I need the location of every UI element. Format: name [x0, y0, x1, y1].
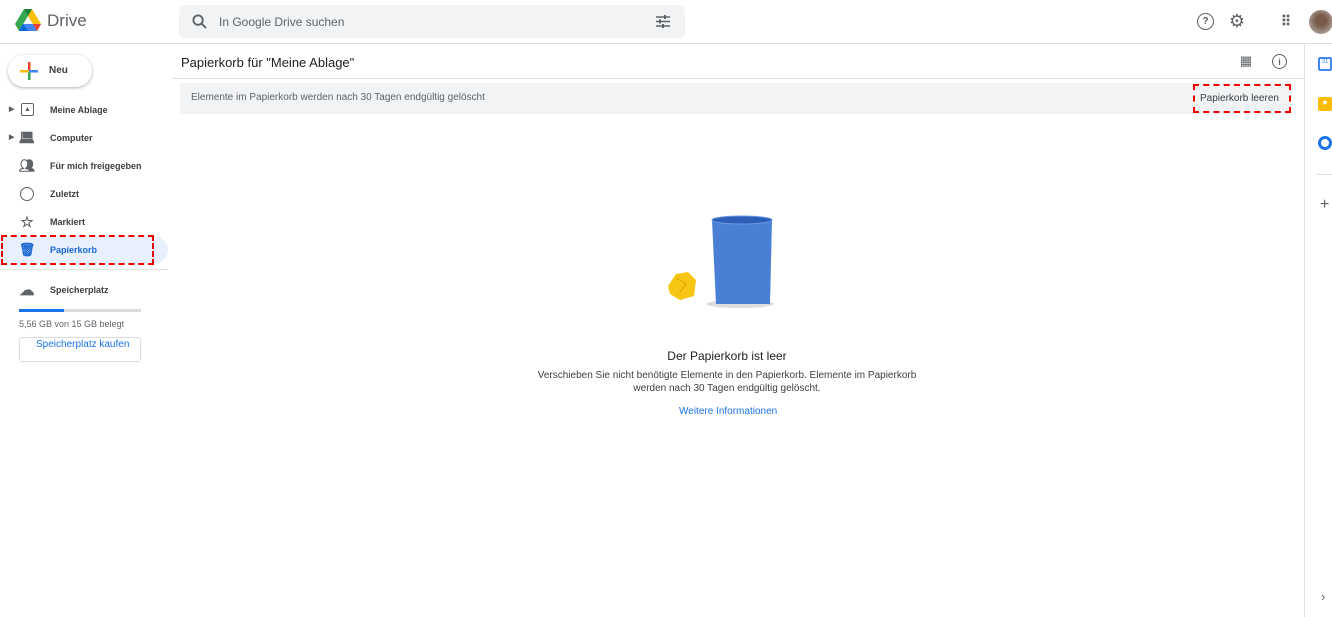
add-addon-icon[interactable]: + [1320, 196, 1329, 214]
expand-arrow-icon[interactable]: ▶ [9, 105, 14, 113]
sidebar-item-shared[interactable]: 👥︎ Für mich freigegeben [0, 152, 168, 180]
my-drive-icon: ▲ [21, 103, 34, 116]
empty-text: werden nach 30 Tagen endgültig gelöscht. [633, 383, 821, 394]
sidebar-item-starred[interactable]: ☆ Markiert [0, 208, 168, 236]
storage-bar [19, 309, 141, 312]
storage-usage: 5,56 GB von 15 GB belegt [19, 319, 125, 329]
sidebar-item-label: Markiert [50, 217, 86, 227]
avatar[interactable] [1309, 10, 1332, 34]
settings-gear-icon[interactable]: ⚙ [1227, 11, 1247, 31]
search-icon[interactable] [192, 14, 207, 29]
divider [1316, 174, 1332, 175]
apps-grid-icon[interactable]: ⠿ [1278, 13, 1294, 29]
sidebar-item-label: Für mich freigegeben [50, 161, 142, 171]
drive-logo-icon[interactable] [15, 9, 41, 33]
search-options-icon[interactable] [656, 15, 670, 28]
banner-text: Elemente im Papierkorb werden nach 30 Ta… [191, 92, 485, 103]
divider [172, 78, 1304, 79]
chevron-right-icon[interactable]: › [1321, 589, 1325, 604]
expand-arrow-icon[interactable]: ▶ [9, 133, 14, 141]
grid-view-icon[interactable]: ▦ [1238, 53, 1254, 68]
sidebar-item-computer[interactable]: ▶ 💻︎ Computer [0, 124, 168, 152]
sidebar-item-label: Zuletzt [50, 189, 79, 199]
star-icon: ☆ [20, 214, 34, 231]
tasks-icon[interactable] [1318, 136, 1332, 150]
empty-text: Verschieben Sie nicht benötigte Elemente… [537, 370, 917, 381]
empty-trash-illustration-icon [668, 215, 774, 308]
search-placeholder: In Google Drive suchen [219, 15, 345, 29]
storage-bar-fill [19, 309, 65, 312]
info-icon[interactable]: i [1272, 54, 1287, 69]
people-icon: 👥︎ [18, 158, 36, 173]
new-button-label: Neu [49, 65, 68, 76]
empty-title: Der Papierkorb ist leer [667, 349, 787, 363]
computer-icon: 💻︎ [18, 130, 36, 145]
page-title: Papierkorb für "Meine Ablage" [181, 55, 355, 70]
keep-icon[interactable]: ● [1318, 97, 1332, 111]
storage-label: Speicherplatz [50, 285, 109, 295]
sidebar-item-label: Computer [50, 133, 93, 143]
clock-icon [20, 187, 34, 201]
search-input[interactable]: In Google Drive suchen [179, 5, 685, 38]
side-panel-divider [1304, 44, 1305, 617]
sidebar-item-storage[interactable]: ☁︎ Speicherplatz [0, 276, 168, 304]
highlight-box [1193, 84, 1291, 113]
trash-banner: Elemente im Papierkorb werden nach 30 Ta… [180, 83, 1292, 114]
help-icon[interactable]: ? [1197, 13, 1214, 30]
more-info-link[interactable]: Weitere Informationen [679, 406, 777, 417]
sidebar-item-label: Meine Ablage [50, 105, 108, 115]
app-name: Drive [47, 11, 87, 30]
highlight-box [1, 235, 154, 265]
divider [0, 269, 168, 270]
new-button[interactable]: Neu [8, 55, 92, 87]
sidebar-item-recent[interactable]: Zuletzt [0, 180, 168, 208]
plus-icon [20, 62, 38, 80]
sidebar-item-my-drive[interactable]: ▶ ▲ Meine Ablage [0, 96, 168, 124]
calendar-icon[interactable]: 31 [1318, 57, 1332, 71]
cloud-icon: ☁︎ [19, 282, 35, 299]
